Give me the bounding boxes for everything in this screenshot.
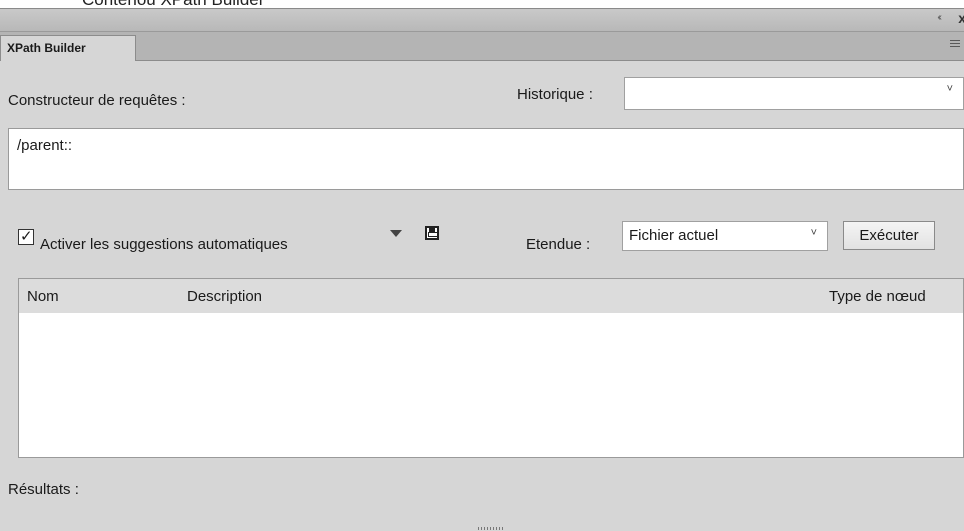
close-icon[interactable]: x bbox=[958, 10, 964, 26]
tab-xpath-builder[interactable]: XPath Builder bbox=[0, 35, 136, 61]
collapse-icon[interactable]: ‹‹ bbox=[937, 12, 941, 23]
results-table: Nom Description Type de nœud bbox=[18, 278, 964, 458]
execute-button[interactable]: Exécuter bbox=[843, 221, 935, 250]
save-icon[interactable] bbox=[425, 226, 439, 240]
history-label: Historique : bbox=[517, 86, 593, 103]
table-header: Nom Description Type de nœud bbox=[19, 279, 963, 313]
column-header-node-type[interactable]: Type de nœud bbox=[829, 288, 926, 305]
panel-menu-icon[interactable] bbox=[950, 40, 960, 49]
panel-titlebar: ‹‹ x bbox=[0, 9, 964, 32]
chevron-down-icon: ˅ bbox=[810, 227, 817, 239]
query-text: /parent:: bbox=[17, 137, 73, 154]
scope-label: Etendue : bbox=[526, 236, 591, 253]
tab-strip: XPath Builder bbox=[0, 32, 964, 61]
query-input[interactable]: /parent:: bbox=[8, 128, 964, 190]
column-header-description[interactable]: Description bbox=[187, 288, 262, 305]
column-header-name[interactable]: Nom bbox=[27, 288, 59, 305]
scope-value: Fichier actuel bbox=[629, 227, 719, 244]
history-select[interactable]: ˅ bbox=[624, 77, 964, 110]
autosuggest-label: Activer les suggestions automatiques bbox=[40, 236, 288, 253]
results-label: Résultats : bbox=[8, 481, 79, 498]
query-builder-label: Constructeur de requêtes : bbox=[8, 92, 186, 109]
autosuggest-checkbox[interactable]: ✓ bbox=[18, 228, 34, 245]
options-dropdown-icon[interactable] bbox=[390, 230, 402, 237]
chevron-down-icon: ˅ bbox=[946, 83, 953, 95]
scope-select[interactable]: Fichier actuel ˅ bbox=[622, 221, 828, 251]
checkmark-icon: ✓ bbox=[20, 228, 33, 245]
